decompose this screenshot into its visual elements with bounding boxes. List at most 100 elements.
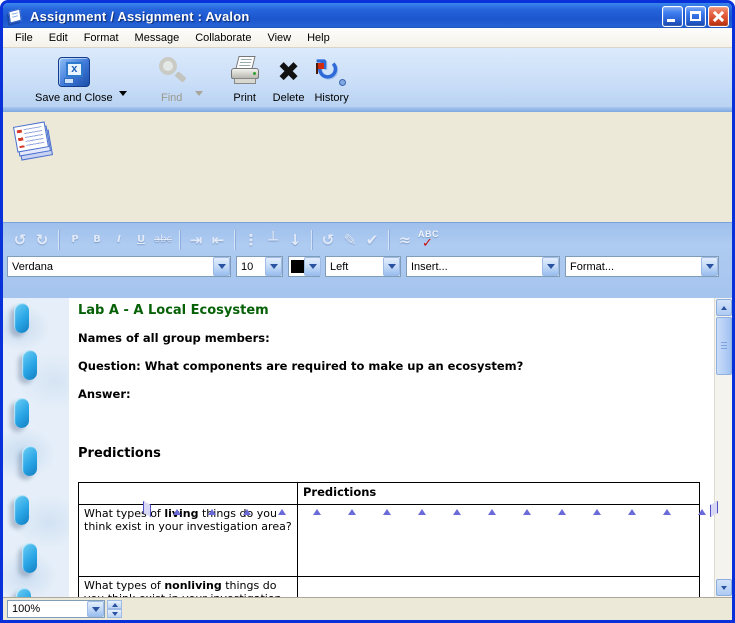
font-color-dropdown[interactable]	[288, 256, 320, 277]
insert-rows-icon[interactable]: ⋮	[240, 228, 262, 252]
minimize-button[interactable]	[662, 6, 683, 27]
outdent-icon[interactable]: ⇤	[207, 228, 229, 252]
up-arrow-icon	[721, 306, 727, 310]
paragraph-style-icon[interactable]: P	[64, 228, 86, 252]
corner-header-cell	[79, 483, 298, 505]
tab-stop-marker	[663, 509, 671, 515]
print-button[interactable]: Print	[225, 52, 265, 105]
history-icon: ↻	[315, 56, 349, 88]
assignment-window: Assignment / Assignment : Avalon File Ed…	[0, 0, 735, 623]
tab-stop-marker	[698, 509, 706, 515]
alignment-dropdown[interactable]: Left	[325, 256, 401, 277]
find-button: Find	[151, 52, 193, 105]
maximize-button[interactable]	[685, 6, 706, 27]
answer-cell[interactable]	[298, 577, 700, 598]
vertical-scrollbar[interactable]	[714, 298, 732, 597]
formatting-toolbar: ↺ ↻ P B I U abc ⇥ ⇤ ⋮ ┴ ↓ ↺ ✎ ✔ ≈ ABC ✓	[3, 222, 732, 298]
strikethrough-icon[interactable]: abc	[152, 228, 174, 252]
predictions-table: Predictions What types of living things …	[78, 482, 700, 597]
font-family-dropdown[interactable]: Verdana	[7, 256, 231, 277]
tab-stop-marker	[523, 509, 531, 515]
menu-help[interactable]: Help	[299, 30, 338, 46]
document-title: Lab A - A Local Ecosystem	[78, 303, 269, 318]
save-icon: x	[58, 57, 90, 87]
save-and-close-button[interactable]: x Save and Close	[31, 52, 117, 105]
format-dropdown-arrow[interactable]	[701, 257, 718, 276]
font-dropdown-arrow[interactable]	[213, 257, 230, 276]
section-heading: Predictions	[78, 446, 161, 461]
question-cell: What types of nonliving things do you th…	[79, 577, 298, 598]
zoom-up-button[interactable]	[107, 600, 122, 609]
toolbar-divider	[311, 230, 312, 250]
app-icon	[7, 9, 24, 24]
down-arrow-icon	[721, 586, 727, 590]
answer-cell[interactable]	[298, 505, 700, 577]
zoom-dropdown[interactable]: 100%	[7, 600, 105, 618]
menu-edit[interactable]: Edit	[41, 30, 76, 46]
menu-message[interactable]: Message	[127, 30, 188, 46]
binding-capsule	[14, 398, 29, 428]
binding-capsule	[22, 543, 37, 573]
insert-break-icon[interactable]: ┴	[262, 228, 284, 252]
title-bar: Assignment / Assignment : Avalon	[0, 0, 735, 31]
history-label: History	[314, 92, 348, 104]
underline-icon[interactable]: U	[130, 228, 152, 252]
tab-stop-marker	[243, 509, 251, 515]
scroll-up-button[interactable]	[716, 299, 732, 316]
table-row: What types of living things do you think…	[79, 505, 700, 577]
refresh-icon[interactable]: ↺	[317, 228, 339, 252]
scrollbar-thumb[interactable]	[716, 317, 732, 375]
tab-stop-marker	[313, 509, 321, 515]
question-cell: What types of living things do you think…	[79, 505, 298, 577]
toolbar-divider	[234, 230, 235, 250]
move-down-icon[interactable]: ↓	[284, 228, 306, 252]
close-button[interactable]	[708, 6, 729, 27]
menu-file[interactable]: File	[7, 30, 41, 46]
zoom-spinner[interactable]	[107, 600, 122, 618]
font-size-dropdown[interactable]: 10	[236, 256, 283, 277]
zoom-down-button[interactable]	[107, 609, 122, 618]
italic-icon[interactable]: I	[108, 228, 130, 252]
tab-stop-marker	[593, 509, 601, 515]
tab-stop-marker	[453, 509, 461, 515]
size-dropdown-arrow[interactable]	[265, 257, 282, 276]
spellcheck-icon[interactable]: ABC ✓	[416, 228, 440, 252]
color-dropdown-arrow[interactable]	[304, 257, 321, 276]
document-line: Names of all group members:	[78, 331, 270, 345]
down-arrow-icon	[112, 612, 118, 616]
insert-dropdown[interactable]: Insert...	[406, 256, 560, 277]
print-label: Print	[233, 92, 256, 104]
format-dropdown[interactable]: Format...	[565, 256, 719, 277]
scroll-down-button[interactable]	[716, 579, 732, 596]
history-button[interactable]: ↻ History	[310, 52, 352, 105]
insert-dropdown-arrow[interactable]	[542, 257, 559, 276]
minimize-icon	[667, 19, 675, 22]
tab-stop-marker	[488, 509, 496, 515]
accept-check-icon[interactable]: ✔	[361, 228, 383, 252]
menu-format[interactable]: Format	[76, 30, 127, 46]
indent-icon[interactable]: ⇥	[185, 228, 207, 252]
align-dropdown-arrow[interactable]	[383, 257, 400, 276]
chevron-down-icon	[706, 264, 714, 269]
menu-view[interactable]: View	[259, 30, 299, 46]
tab-stop-marker	[278, 509, 286, 515]
save-and-close-label: Save and Close	[35, 92, 113, 104]
main-toolbar: x Save and Close Find Print ✖ Delete ↻	[3, 48, 732, 107]
chevron-down-icon	[92, 607, 100, 612]
menu-collaborate[interactable]: Collaborate	[187, 30, 259, 46]
delete-button[interactable]: ✖ Delete	[269, 52, 309, 105]
pen-icon[interactable]: ✎	[339, 228, 361, 252]
redo-icon[interactable]: ↻	[31, 228, 53, 252]
close-icon	[709, 7, 728, 26]
document-editor[interactable]: Lab A - A Local Ecosystem Names of all g…	[69, 298, 714, 597]
up-arrow-icon	[112, 603, 118, 607]
notebook-binding-margin	[3, 298, 69, 597]
signature-icon[interactable]: ≈	[394, 228, 416, 252]
assignment-form: Assignment Number: Assignment Name: Due …	[3, 112, 732, 222]
save-dropdown-arrow[interactable]	[119, 91, 127, 96]
zoom-dropdown-arrow[interactable]	[87, 601, 104, 617]
binding-capsule	[14, 303, 29, 333]
undo-icon[interactable]: ↺	[9, 228, 31, 252]
binding-capsule	[22, 350, 37, 380]
bold-icon[interactable]: B	[86, 228, 108, 252]
